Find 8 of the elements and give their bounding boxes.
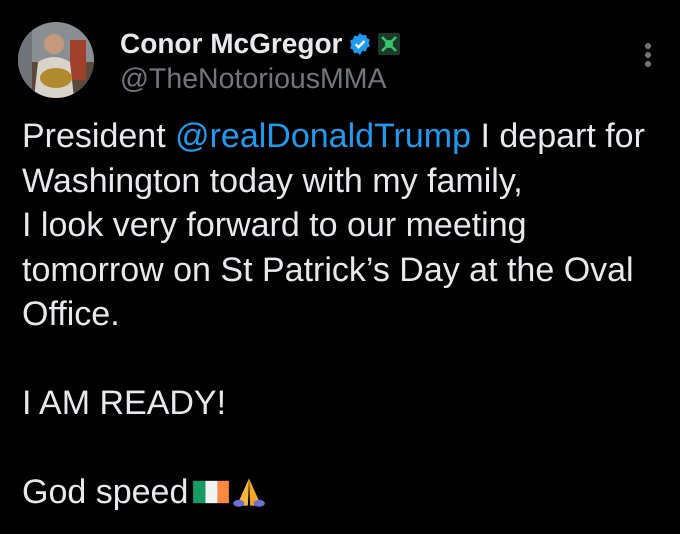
tweet-text: God speed [22, 472, 188, 513]
display-name[interactable]: Conor McGregor [120, 28, 342, 60]
mention-link[interactable]: @realDonaldTrump [175, 117, 472, 155]
tweet-text: President @realDonaldTrump I depart for Washington today with my family, I look very forward to our meeting tomorrow on St Patrick’s Day at the Oval Office. [22, 116, 646, 335]
affiliate-badge-icon [378, 33, 400, 55]
username[interactable]: @TheNotoriousMMA [120, 63, 644, 95]
more-options-icon[interactable] [644, 42, 652, 68]
tweet-text: I AM READY! [22, 383, 228, 424]
